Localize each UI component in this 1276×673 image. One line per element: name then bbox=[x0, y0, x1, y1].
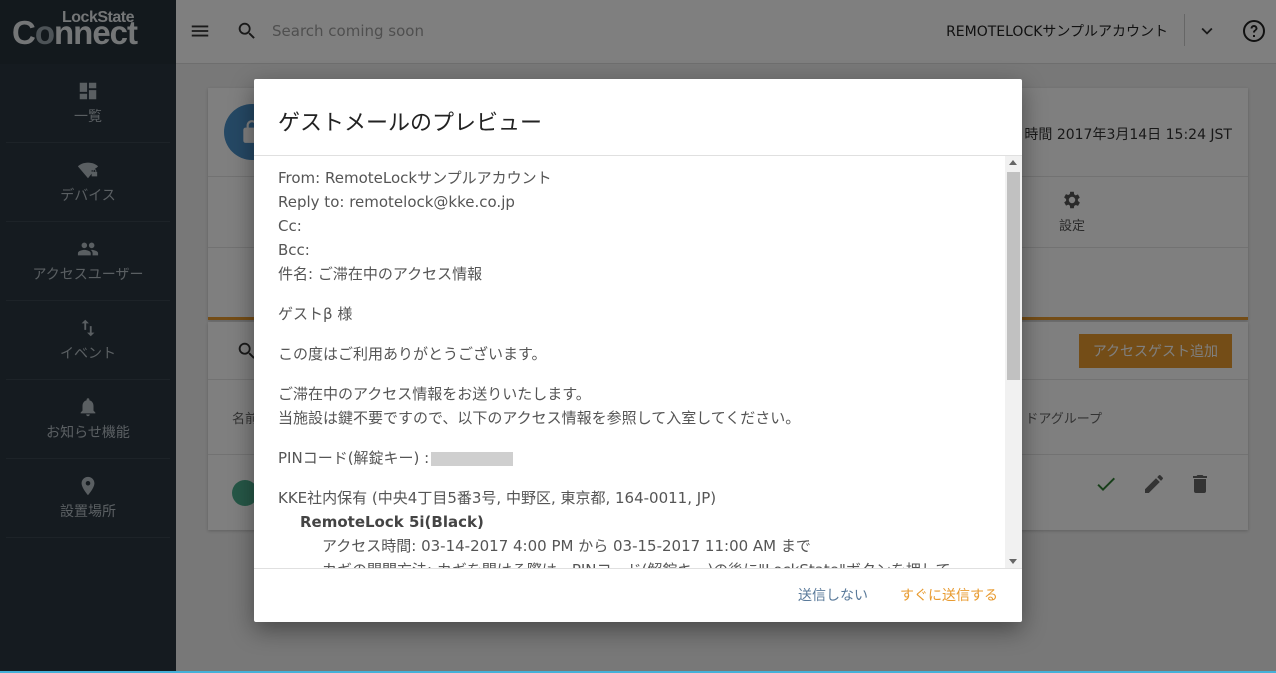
scrollbar[interactable] bbox=[1005, 156, 1022, 568]
mail-pin: PINコード(解錠キー) : bbox=[278, 446, 998, 470]
mail-thanks: この度はご利用ありがとうございます。 bbox=[278, 345, 547, 363]
pin-redacted bbox=[431, 451, 514, 466]
mail-content: From: RemoteLockサンプルアカウント Reply to: remo… bbox=[278, 166, 998, 568]
pin-label: PINコード(解錠キー) : bbox=[278, 449, 430, 467]
mail-from: From: RemoteLockサンプルアカウント bbox=[278, 169, 552, 187]
scroll-down-arrow-icon[interactable] bbox=[1009, 559, 1017, 564]
send-now-button[interactable]: すぐに送信する bbox=[900, 585, 998, 605]
mail-preview-body[interactable]: From: RemoteLockサンプルアカウント Reply to: remo… bbox=[254, 155, 1022, 569]
mail-how-to-open: カギの開閉方法: カギを開ける際は、PINコード(解錠キー)の後に"LockSt… bbox=[278, 558, 998, 568]
scrollbar-thumb[interactable] bbox=[1007, 172, 1020, 380]
guest-mail-preview-dialog: ゲストメールのプレビュー From: RemoteLockサンプルアカウント R… bbox=[254, 79, 1022, 622]
mail-intro: ご滞在中のアクセス情報をお送りいたします。当施設は鍵不要ですので、以下のアクセス… bbox=[278, 382, 998, 430]
mail-access-time: アクセス時間: 03-14-2017 4:00 PM から 03-15-2017… bbox=[322, 537, 811, 555]
mail-greeting: ゲストβ 様 bbox=[278, 305, 353, 323]
mail-cc: Cc: bbox=[278, 217, 302, 235]
do-not-send-button[interactable]: 送信しない bbox=[798, 585, 868, 605]
dialog-title: ゲストメールのプレビュー bbox=[278, 111, 543, 136]
mail-intro-line2: 当施設は鍵不要ですので、以下のアクセス情報を参照して入室してください。 bbox=[278, 409, 801, 427]
mail-location: KKE社内保有 (中央4丁目5番3号, 中野区, 東京都, 164-0011, … bbox=[278, 489, 717, 507]
mail-bcc: Bcc: bbox=[278, 241, 310, 259]
mail-subject: 件名: ご滞在中のアクセス情報 bbox=[278, 265, 483, 283]
mail-lock-name: RemoteLock 5i(Black) bbox=[300, 513, 484, 531]
scroll-up-arrow-icon[interactable] bbox=[1009, 160, 1017, 165]
mail-reply-to: Reply to: remotelock@kke.co.jp bbox=[278, 193, 515, 211]
mail-intro-line1: ご滞在中のアクセス情報をお送りいたします。 bbox=[278, 385, 591, 403]
